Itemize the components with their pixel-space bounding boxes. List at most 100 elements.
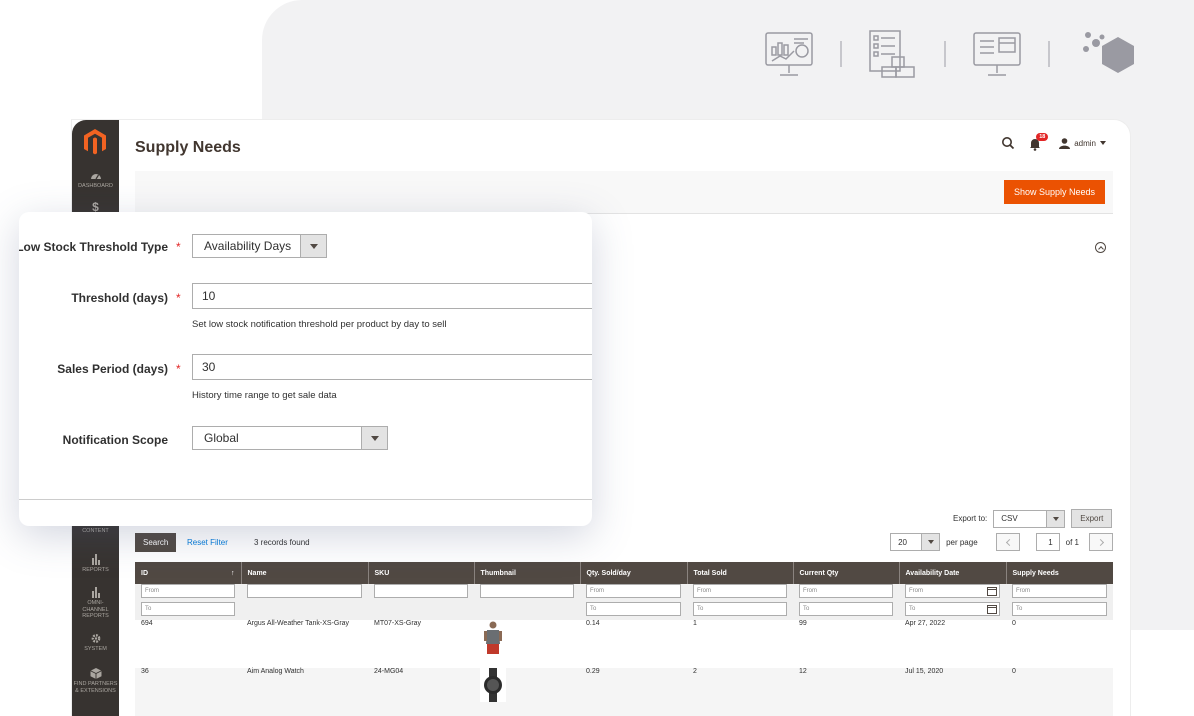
sidebar-item-dashboard[interactable]: DASHBOARD — [72, 170, 119, 190]
cell-current-qty: 99 — [793, 620, 899, 668]
chevron-down-icon — [921, 534, 940, 550]
pager: 20 per page 1 of 1 — [890, 533, 1113, 551]
per-page-select[interactable]: 20 — [890, 533, 941, 551]
page-actions-bar: Show Supply Needs — [135, 171, 1113, 214]
order-monitor-icon — [972, 29, 1022, 79]
total-sold-to-filter[interactable]: To — [693, 602, 787, 616]
records-count: 3 records found — [254, 538, 310, 547]
required-asterisk: * — [176, 291, 181, 305]
chevron-down-icon — [300, 235, 326, 257]
search-icon[interactable] — [1001, 136, 1015, 150]
dashboard-icon — [90, 174, 101, 180]
column-header-supply-needs[interactable]: Supply Needs — [1005, 562, 1113, 584]
cell-name: Aim Analog Watch — [241, 668, 368, 716]
cell-qty-sold-day: 0.14 — [580, 620, 687, 668]
column-header-name[interactable]: Name — [240, 562, 368, 584]
watch-thumbnail — [480, 668, 506, 702]
user-menu[interactable]: admin — [1059, 137, 1106, 149]
next-page-button[interactable] — [1089, 533, 1113, 551]
availability-date-to-filter[interactable]: To — [905, 602, 1000, 616]
notification-scope-select[interactable]: Global — [192, 426, 388, 450]
previous-page-button[interactable] — [995, 533, 1020, 551]
per-page-label: per page — [946, 537, 978, 547]
availability-date-from-filter[interactable]: From — [905, 584, 1000, 598]
cell-supply-needs: 0 — [1006, 620, 1113, 668]
search-button[interactable]: Search — [135, 533, 177, 552]
header-actions: 18 admin — [1001, 133, 1106, 151]
tank-top-thumbnail — [484, 621, 502, 654]
threshold-type-select[interactable]: Availability Days — [192, 234, 327, 258]
reset-filter-link[interactable]: Reset Filter — [187, 538, 228, 547]
name-filter[interactable] — [247, 584, 362, 598]
column-header-total-sold[interactable]: Total Sold — [686, 562, 793, 584]
divider — [19, 499, 592, 500]
box-icon — [89, 668, 102, 679]
total-sold-from-filter[interactable]: From — [693, 584, 787, 598]
sidebar-item-omni-channel-reports[interactable]: OMNI-CHANNEL REPORTS — [72, 587, 119, 620]
page-number-input[interactable]: 1 — [1035, 533, 1060, 551]
calendar-icon[interactable] — [987, 605, 997, 614]
id-from-filter[interactable]: From — [141, 584, 235, 598]
column-header-qty-sold-day[interactable]: Qty. Sold/day — [579, 562, 687, 584]
user-name: admin — [1074, 138, 1096, 148]
cell-supply-needs: 0 — [1006, 668, 1113, 716]
qty-sold-from-filter[interactable]: From — [586, 584, 681, 598]
collapse-icon[interactable] — [1095, 242, 1106, 253]
export-format-select[interactable]: CSV — [993, 509, 1066, 528]
threshold-days-input[interactable]: 10 — [192, 283, 592, 309]
show-supply-needs-button[interactable]: Show Supply Needs — [1003, 180, 1105, 204]
cell-sku: 24-MG04 — [368, 668, 474, 716]
cell-availability-date: Apr 27, 2022 — [899, 620, 1006, 668]
feature-icons — [764, 28, 1140, 80]
column-header-sku[interactable]: SKU — [367, 562, 474, 584]
export-controls: Export to: CSV Export — [953, 509, 1113, 528]
sidebar-item-reports[interactable]: REPORTS — [72, 554, 119, 574]
sidebar-item-find-partners[interactable]: FIND PARTNERS & EXTENSIONS — [72, 668, 119, 694]
notifications-bell-icon[interactable]: 18 — [1029, 133, 1049, 151]
page-title: Supply Needs — [135, 139, 241, 156]
id-to-filter[interactable]: To — [141, 602, 235, 616]
export-label: Export to: — [953, 514, 988, 523]
gear-icon — [91, 634, 100, 643]
required-asterisk: * — [176, 240, 181, 254]
supply-needs-from-filter[interactable]: From — [1012, 584, 1107, 598]
column-header-availability-date[interactable]: Availability Date — [898, 562, 1006, 584]
threshold-days-note: Set low stock notification threshold per… — [192, 319, 447, 330]
current-qty-to-filter[interactable]: To — [799, 602, 893, 616]
export-button[interactable]: Export — [1071, 509, 1113, 528]
grid-header-row: ID ↑ Name SKU Thumbnail Qty. Sold/day Tot… — [135, 562, 1113, 584]
calendar-icon[interactable] — [987, 587, 997, 596]
supply-needs-grid: ID ↑ Name SKU Thumbnail Qty. Sold/day Tot… — [135, 562, 1113, 716]
column-header-id[interactable]: ID ↑ — [135, 562, 241, 584]
sales-period-input[interactable]: 30 — [192, 354, 592, 380]
notification-scope-label: Notification Scope — [62, 433, 168, 447]
reports-icon — [91, 554, 100, 565]
table-row[interactable]: 694 Argus All-Weather Tank-XS-Gray MT07-… — [135, 620, 1113, 668]
divider — [840, 41, 842, 67]
thumbnail-filter[interactable] — [480, 584, 574, 598]
supply-needs-to-filter[interactable]: To — [1012, 602, 1107, 616]
sales-period-label: Sales Period (days) — [57, 362, 168, 376]
cell-sku: MT07-XS-Gray — [368, 620, 474, 668]
sku-filter[interactable] — [374, 584, 468, 598]
threshold-type-label: Low Stock Threshold Type — [19, 240, 168, 254]
cell-id: 694 — [135, 620, 241, 668]
magento-logo-icon[interactable] — [80, 126, 110, 158]
chevron-down-icon — [1046, 510, 1065, 527]
sidebar-item-system[interactable]: SYSTEM — [72, 633, 119, 653]
column-header-thumbnail[interactable]: Thumbnail — [473, 562, 580, 584]
cell-id: 36 — [135, 668, 241, 716]
column-header-current-qty[interactable]: Current Qty — [792, 562, 899, 584]
required-asterisk: * — [176, 362, 181, 376]
qty-sold-to-filter[interactable]: To — [586, 602, 681, 616]
filter-row: From To From To From To From To From To … — [135, 584, 1113, 620]
page-count: of 1 — [1065, 537, 1079, 547]
table-row[interactable]: 36 Aim Analog Watch 24-MG04 0.29 2 12 Ju… — [135, 668, 1113, 716]
cell-thumbnail — [474, 620, 580, 668]
threshold-days-label: Threshold (days) — [71, 291, 168, 305]
current-qty-from-filter[interactable]: From — [799, 584, 893, 598]
hexagon-brand-icon — [1076, 29, 1140, 79]
cell-thumbnail — [474, 668, 580, 716]
divider — [1048, 41, 1050, 67]
cell-current-qty: 12 — [793, 668, 899, 716]
